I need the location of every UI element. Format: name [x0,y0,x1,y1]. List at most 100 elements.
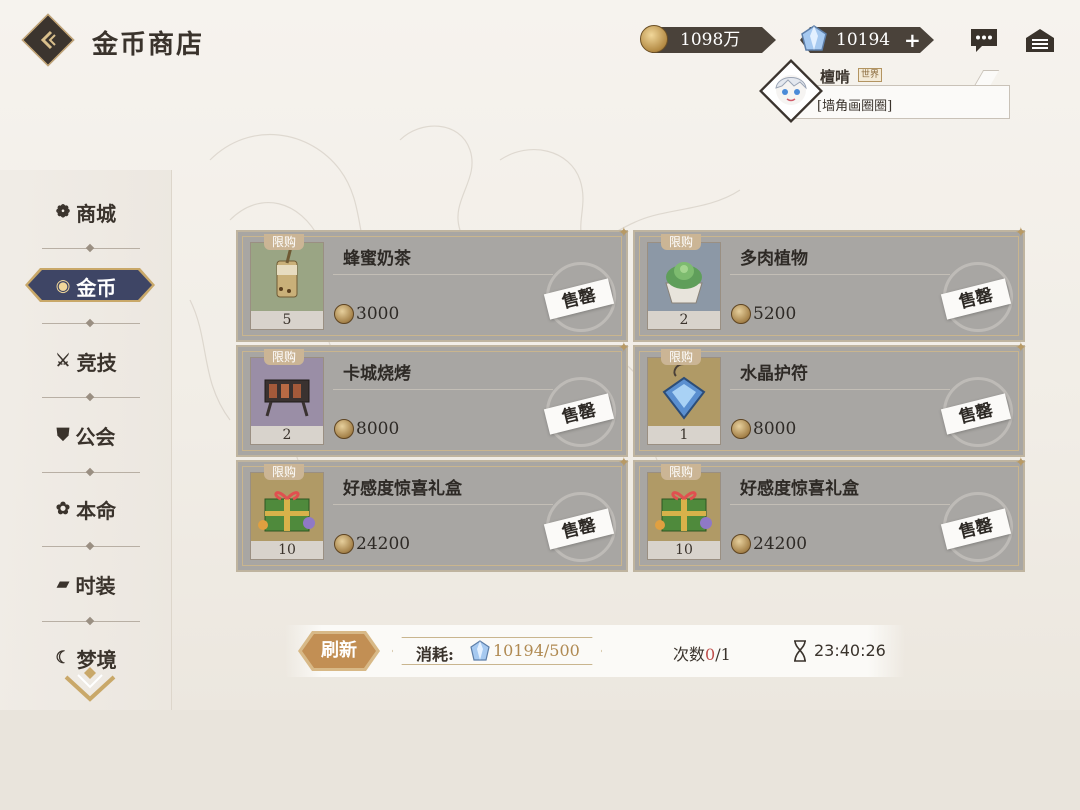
sidebar-item-label: 公会 [75,424,116,449]
corner-star-icon: ✦ [618,455,630,471]
sidebar-item-label: 商城 [76,201,117,226]
item-quantity: 10 [251,541,323,559]
succulent-icon [665,262,703,304]
flower-icon: ✿ [55,499,71,519]
item-quantity: 2 [251,426,323,444]
coin-icon [731,419,751,439]
coin-icon [334,534,354,554]
corner-star-icon: ✦ [1015,225,1027,241]
item-price-value: 5200 [753,304,797,324]
item-thumbnail: 2 [250,357,324,445]
shop-item-card[interactable]: 2 限购 卡城烧烤 8000 售罄 ✦ [236,341,630,457]
back-icon[interactable] [22,14,74,66]
item-thumbnail: 10 [250,472,324,560]
sidebar-item-arena[interactable]: ⚔ 竞技 [0,341,172,381]
gem-icon [470,640,490,661]
hat-icon: ▰ [56,574,70,594]
scroll-down-chevron-icon[interactable] [62,665,118,705]
avatar[interactable] [770,68,812,114]
chat-user-name: 檀啃 [820,68,851,86]
item-price: 3000 [334,304,399,324]
coin-icon [334,419,354,439]
item-price: 8000 [731,419,796,439]
item-price: 24200 [731,534,807,554]
refresh-count-used: 0 [705,645,716,664]
swords-icon: ⚔ [55,351,71,371]
gem-icon [801,25,827,51]
limited-badge: 限购 [264,464,304,480]
shop-item-card[interactable]: 2 限购 多肉植物 5200 售罄 ✦ [633,226,1027,342]
shield-icon: ⛊ [56,425,70,445]
sidebar-divider [42,546,140,547]
corner-star-icon: ✦ [618,225,630,241]
sidebar-item-label: 时装 [75,573,116,598]
item-divider [730,504,950,505]
limited-badge: 限购 [264,349,304,365]
sidebar-divider [42,248,140,249]
sidebar-item-label: 本命 [76,498,117,523]
refresh-count: 次数0/1 [673,641,731,665]
refresh-cost-label: 消耗: [416,645,454,664]
milk-tea-icon [276,246,298,298]
limited-badge: 限购 [661,464,701,480]
limited-badge: 限购 [264,234,304,250]
corner-star-icon: ✦ [1015,340,1027,356]
item-name: 多肉植物 [740,249,808,269]
add-gem-button[interactable]: + [904,27,922,53]
refresh-timer: 23:40:26 [814,641,886,660]
item-thumbnail: 2 [647,242,721,330]
item-divider [333,389,553,390]
limited-badge: 限购 [661,349,701,365]
item-divider [730,389,950,390]
sidebar-divider [42,397,140,398]
gold-coin-icon [640,25,668,53]
coin-icon [731,534,751,554]
item-quantity: 10 [648,541,720,559]
refresh-button[interactable]: 刷新 [302,634,376,668]
item-thumbnail: 10 [647,472,721,560]
item-name: 蜂蜜奶茶 [343,249,411,269]
item-quantity: 2 [648,311,720,329]
item-thumbnail: 1 [647,357,721,445]
sidebar-item-label: 竞技 [76,350,117,375]
grill-icon [264,379,310,417]
gem-amount: 10194 [836,30,891,50]
item-divider [333,504,553,505]
shop-item-card[interactable]: 10 限购 好感度惊喜礼盒 24200 售罄 ✦ [236,456,630,572]
gold-amount: 1098万 [680,30,741,50]
item-price: 8000 [334,419,399,439]
item-price-value: 24200 [753,534,808,554]
item-price: 24200 [334,534,410,554]
coin-icon [731,304,751,324]
home-icon[interactable] [1024,26,1056,54]
item-divider [730,274,950,275]
item-name: 水晶护符 [740,364,808,384]
hourglass-icon [794,640,806,662]
shop-item-card[interactable]: 1 限购 水晶护符 8000 售罄 ✦ [633,341,1027,457]
sidebar-item-shop[interactable]: ❁ 商城 [0,192,172,232]
coin-icon [334,304,354,324]
sidebar-divider [42,621,140,622]
sidebar-item-label: 金币 [76,275,117,300]
item-name: 卡城烧烤 [343,364,411,384]
page-title: 金币商店 [92,30,205,60]
refresh-count-total: /1 [715,645,731,664]
coin-icon: ◉ [55,276,71,296]
chat-icon[interactable] [968,26,1000,54]
shop-item-card[interactable]: 5 限购 蜂蜜奶茶 3000 售罄 ✦ [236,226,630,342]
shop-item-card[interactable]: 10 限购 好感度惊喜礼盒 24200 售罄 ✦ [633,456,1027,572]
item-price-value: 8000 [753,419,797,439]
item-price-value: 24200 [356,534,411,554]
background-lower [0,710,1080,810]
item-price: 5200 [731,304,796,324]
sidebar-item-destiny[interactable]: ✿ 本命 [0,489,172,529]
sidebar-item-gold[interactable]: ◉ 金币 [0,266,172,306]
sidebar-item-guild[interactable]: ⛊ 公会 [0,415,172,455]
chat-message: [墙角画圈圈] [817,99,893,114]
corner-star-icon: ✦ [618,340,630,356]
item-divider [333,274,553,275]
gift-box-icon [258,491,315,532]
refresh-cost-value: 10194/500 [493,641,580,660]
sidebar-item-fashion[interactable]: ▰ 时装 [0,564,172,604]
limited-badge: 限购 [661,234,701,250]
